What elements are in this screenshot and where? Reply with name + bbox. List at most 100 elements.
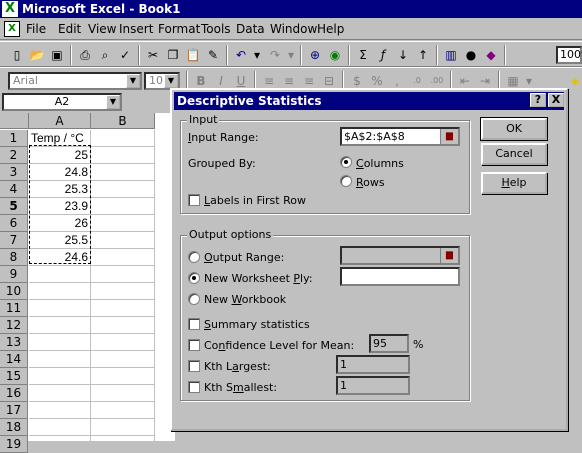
undo-dropdown-icon[interactable]: ▾ <box>252 46 262 64</box>
sort-ascending-icon[interactable]: ↓ <box>394 46 412 64</box>
cell-a[interactable] <box>29 334 91 351</box>
cell-b[interactable] <box>91 215 155 232</box>
format-painter-icon[interactable]: ✎ <box>204 46 222 64</box>
fill-color-icon[interactable]: ◈ <box>566 72 582 90</box>
kth-smallest-field[interactable]: 1 <box>336 376 410 395</box>
cell-b[interactable] <box>91 402 155 419</box>
cell-b[interactable] <box>91 385 155 402</box>
row-header[interactable]: 9 <box>0 266 28 283</box>
chevron-down-icon[interactable]: ▼ <box>126 74 140 88</box>
cell-a[interactable] <box>29 368 91 385</box>
row-header[interactable]: 2 <box>0 147 28 164</box>
menu-edit[interactable]: Edit <box>58 22 81 36</box>
row-header[interactable]: 12 <box>0 317 28 334</box>
cell-a[interactable] <box>29 419 91 436</box>
cell-b[interactable] <box>91 266 155 283</box>
cell-a[interactable] <box>29 351 91 368</box>
cell-a[interactable] <box>29 436 91 453</box>
row-header[interactable]: 6 <box>0 215 28 232</box>
cell-b[interactable] <box>91 351 155 368</box>
column-header-a[interactable]: A <box>29 113 91 129</box>
cell-b[interactable] <box>91 198 155 215</box>
cancel-button[interactable]: Cancel <box>481 143 547 165</box>
workbook-control-icon[interactable]: X <box>4 21 20 37</box>
paste-icon[interactable]: 📋 <box>184 46 202 64</box>
chart-wizard-icon[interactable]: ▥ <box>442 46 460 64</box>
row-header[interactable]: 19 <box>0 436 28 453</box>
column-header-b[interactable]: B <box>91 113 155 129</box>
name-box[interactable]: A2 ▼ <box>2 93 122 111</box>
new-workbook-radio[interactable] <box>188 293 200 305</box>
row-header[interactable]: 10 <box>0 283 28 300</box>
cell-b[interactable] <box>91 147 155 164</box>
confidence-level-field[interactable]: 95 <box>369 334 409 353</box>
cell-b[interactable] <box>91 300 155 317</box>
hyperlink-icon[interactable]: ⊕ <box>306 46 324 64</box>
cell-a[interactable] <box>29 283 91 300</box>
row-header[interactable]: 5 <box>0 198 28 215</box>
select-all-corner[interactable] <box>0 113 29 129</box>
map-icon[interactable]: ● <box>462 46 480 64</box>
menu-help[interactable]: Help <box>317 22 344 36</box>
cell-b[interactable] <box>91 334 155 351</box>
row-header[interactable]: 17 <box>0 402 28 419</box>
confidence-level-checkbox[interactable] <box>188 339 200 351</box>
spelling-icon[interactable]: ✓ <box>116 46 134 64</box>
row-header[interactable]: 11 <box>0 300 28 317</box>
output-range-field[interactable]: ▆ <box>340 246 460 265</box>
cell-b[interactable] <box>91 164 155 181</box>
cell-a[interactable] <box>29 266 91 283</box>
collapse-dialog-icon[interactable]: ▆ <box>440 248 458 263</box>
rows-radio[interactable] <box>340 175 352 187</box>
row-header[interactable]: 4 <box>0 181 28 198</box>
cell-a[interactable] <box>29 385 91 402</box>
row-header[interactable]: 8 <box>0 249 28 266</box>
input-range-field[interactable]: $A$2:$A$8 ▆ <box>340 127 460 146</box>
collapse-dialog-icon[interactable]: ▆ <box>440 129 458 144</box>
new-worksheet-ply-radio[interactable] <box>188 272 200 284</box>
row-header[interactable]: 7 <box>0 232 28 249</box>
cell-a[interactable] <box>29 402 91 419</box>
columns-radio[interactable] <box>340 156 352 168</box>
kth-smallest-checkbox[interactable] <box>188 381 200 393</box>
help-icon[interactable]: ? <box>530 93 546 107</box>
menu-format[interactable]: Format <box>158 22 200 36</box>
cell-a[interactable] <box>29 300 91 317</box>
excel-app-icon[interactable]: X <box>2 1 18 17</box>
autosum-icon[interactable]: Σ <box>354 46 372 64</box>
menu-view[interactable]: View <box>88 22 116 36</box>
print-preview-icon[interactable]: ⌕ <box>96 46 114 64</box>
paste-function-icon[interactable]: ƒ <box>374 46 392 64</box>
font-select[interactable]: Arial ▼ <box>8 72 142 90</box>
summary-statistics-checkbox[interactable] <box>188 318 200 330</box>
menu-data[interactable]: Data <box>236 22 265 36</box>
row-header[interactable]: 18 <box>0 419 28 436</box>
redo-dropdown-icon[interactable]: ▾ <box>286 46 296 64</box>
row-header[interactable]: 16 <box>0 385 28 402</box>
menu-insert[interactable]: Insert <box>119 22 153 36</box>
undo-icon[interactable]: ↶ <box>232 46 250 64</box>
drawing-icon[interactable]: ◆ <box>482 46 500 64</box>
menu-window[interactable]: Window <box>270 22 317 36</box>
kth-largest-field[interactable]: 1 <box>336 355 410 374</box>
redo-icon[interactable]: ↷ <box>266 46 284 64</box>
labels-first-row-checkbox[interactable] <box>188 194 200 206</box>
sort-descending-icon[interactable]: ↑ <box>414 46 432 64</box>
cell-b[interactable] <box>91 130 155 147</box>
new-icon[interactable]: ▯ <box>8 46 26 64</box>
cell-b[interactable] <box>91 436 155 453</box>
row-header[interactable]: 13 <box>0 334 28 351</box>
new-worksheet-ply-field[interactable] <box>340 267 460 286</box>
cell-b[interactable] <box>91 181 155 198</box>
chevron-down-icon[interactable]: ▼ <box>164 74 178 88</box>
cell-b[interactable] <box>91 249 155 266</box>
cell-b[interactable] <box>91 232 155 249</box>
menu-file[interactable]: File <box>26 22 46 36</box>
cut-icon[interactable]: ✂ <box>144 46 162 64</box>
cell-b[interactable] <box>91 419 155 436</box>
cell-b[interactable] <box>91 368 155 385</box>
print-icon[interactable]: ⎙ <box>76 46 94 64</box>
row-header[interactable]: 14 <box>0 351 28 368</box>
row-header[interactable]: 1 <box>0 130 28 147</box>
copy-icon[interactable]: ❐ <box>164 46 182 64</box>
